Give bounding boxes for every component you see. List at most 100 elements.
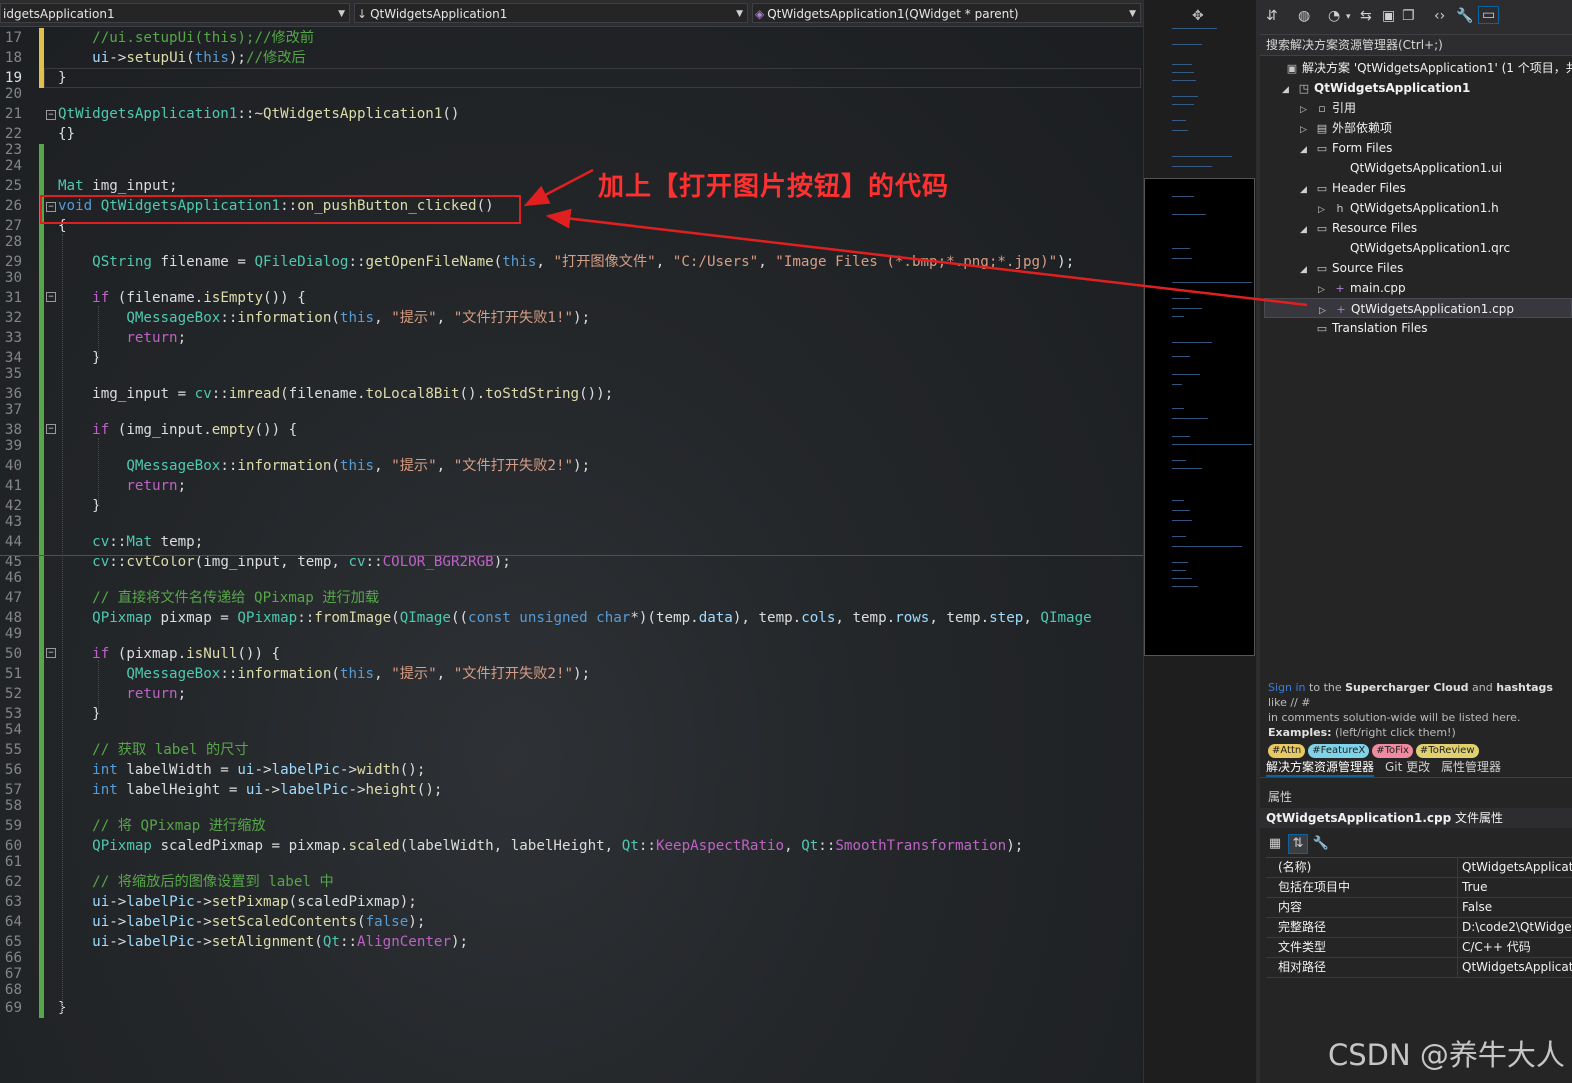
tab-solution-explorer[interactable]: 解决方案资源管理器 [1266,758,1375,777]
tree-item[interactable]: ◢ ▭ Source Files [1300,258,1403,278]
code-line[interactable]: // 将缩放后的图像设置到 label 中 [58,872,333,892]
fold-toggle[interactable]: − [46,292,56,302]
code-line[interactable]: int labelHeight = ui->labelPic->height()… [58,780,442,800]
property-value[interactable]: QtWidgetsApplicatio [1457,858,1572,877]
solution-node[interactable]: ▣ 解决方案 'QtWidgetsApplication1' (1 个项目，共 [1270,58,1572,78]
code-line[interactable]: ui->setupUi(this);//修改后 [58,48,305,68]
code-line[interactable]: QString filename = QFileDialog::getOpenF… [58,252,1074,272]
code-line[interactable]: QMessageBox::information(this, "提示", "文件… [58,308,590,328]
swap-icon[interactable]: ⇆ [1360,8,1372,24]
property-row[interactable]: (名称) QtWidgetsApplicatio [1266,858,1572,878]
folder-icon: ▫ [1318,102,1326,115]
wrench-icon[interactable]: 🔧 [1456,8,1473,24]
code-line[interactable]: cv::Mat temp; [58,532,203,552]
expanded-arrow-icon[interactable]: ◢ [1300,180,1314,200]
property-value[interactable]: C/C++ 代码 [1457,938,1572,957]
categorized-icon[interactable]: ▦ [1266,835,1284,853]
collapsed-arrow-icon[interactable]: ▷ [1300,120,1314,140]
code-line[interactable]: QMessageBox::information(this, "提示", "文件… [58,664,590,684]
history-icon[interactable]: ◔ [1328,8,1340,24]
code-line[interactable]: } [58,496,101,516]
split-icon[interactable]: ✥ [1192,8,1204,24]
code-line[interactable]: } [58,348,101,368]
code-line[interactable]: // 获取 label 的尺寸 [58,740,248,760]
sync-icon[interactable]: ⇵ [1266,8,1278,24]
wrench-icon[interactable]: 🔧 [1312,835,1330,853]
code-view-icon[interactable]: ‹› [1434,8,1445,24]
preview-icon[interactable]: ▭ [1478,6,1500,24]
expanded-arrow-icon[interactable]: ◢ [1300,220,1314,240]
tree-item[interactable]: ▷ ▤ 外部依赖项 [1300,118,1392,138]
code-line[interactable]: return; [58,684,186,704]
project-node[interactable]: ◢ ◳ QtWidgetsApplication1 [1282,78,1470,98]
code-line[interactable]: QPixmap pixmap = QPixmap::fromImage(QIma… [58,608,1091,628]
code-line[interactable]: {} [58,124,75,144]
tree-item[interactable]: ◢ ▭ Resource Files [1300,218,1417,238]
tab-git-changes[interactable]: Git 更改 [1385,758,1430,775]
minimap[interactable]: ✥ [1143,0,1257,1083]
alphabetical-icon[interactable]: ⇅ [1288,834,1308,854]
chevron-down-icon[interactable]: ▾ [1346,12,1351,22]
collapsed-arrow-icon[interactable]: ▷ [1300,100,1314,120]
collapsed-arrow-icon[interactable]: ▷ [1318,200,1332,220]
tree-item[interactable]: ▷ + main.cpp [1318,278,1406,298]
tree-item[interactable]: QtWidgetsApplication1.ui [1318,158,1502,178]
property-row[interactable]: 相对路径 QtWidgetsApplicatio [1266,958,1572,978]
code-line[interactable]: //ui.setupUi(this);//修改前 [58,28,314,48]
scope-dropdown[interactable]: idgetsApplication1 ▼ [0,3,350,23]
code-line[interactable]: QPixmap scaledPixmap = pixmap.scaled(lab… [58,836,1023,856]
code-line[interactable]: img_input = cv::imread(filename.toLocal8… [58,384,613,404]
expanded-arrow-icon[interactable]: ◢ [1300,140,1314,160]
code-line[interactable]: Mat img_input; [58,176,178,196]
tree-item[interactable]: ▷ + QtWidgetsApplication1.cpp [1264,298,1572,318]
property-row[interactable]: 包括在项目中 True [1266,878,1572,898]
code-line[interactable]: // 将 QPixmap 进行缩放 [58,816,265,836]
code-line[interactable]: ui->labelPic->setPixmap(scaledPixmap); [58,892,417,912]
expanded-arrow-icon[interactable]: ◢ [1282,80,1296,100]
globe-icon[interactable]: ◍ [1298,8,1310,24]
fold-toggle[interactable]: − [46,110,56,120]
property-row[interactable]: 完整路径 D:\code2\QtWidget [1266,918,1572,938]
code-line[interactable]: ui->labelPic->setAlignment(Qt::AlignCent… [58,932,468,952]
code-line[interactable]: int labelWidth = ui->labelPic->width(); [58,760,425,780]
code-line[interactable]: return; [58,476,186,496]
collapsed-arrow-icon[interactable]: ▷ [1318,280,1332,300]
property-row[interactable]: 文件类型 C/C++ 代码 [1266,938,1572,958]
tree-item[interactable]: ▷ h QtWidgetsApplication1.h [1318,198,1499,218]
expanded-arrow-icon[interactable]: ◢ [1300,260,1314,280]
solution-search-input[interactable]: 搜索解决方案资源管理器(Ctrl+;) [1260,34,1572,56]
code-line[interactable]: } [58,704,101,724]
property-value[interactable]: D:\code2\QtWidget [1457,918,1572,937]
code-line[interactable]: if (img_input.empty()) { [58,420,297,440]
tree-item[interactable]: QtWidgetsApplication1.qrc [1318,238,1510,258]
copy-icon[interactable]: ❐ [1402,8,1415,24]
fold-toggle[interactable]: − [46,424,56,434]
code-line[interactable]: // 直接将文件名传递给 QPixmap 进行加载 [58,588,379,608]
property-value[interactable]: False [1457,898,1572,917]
sign-in-link[interactable]: Sign in [1268,681,1306,694]
member-dropdown[interactable]: ◈ QtWidgetsApplication1(QWidget * parent)… [752,3,1141,23]
code-line[interactable]: QtWidgetsApplication1::~QtWidgetsApplica… [58,104,459,124]
fold-toggle[interactable]: − [46,648,56,658]
tree-item[interactable]: ◢ ▭ Header Files [1300,178,1406,198]
property-value[interactable]: True [1457,878,1572,897]
line-number: 25 [4,178,22,194]
property-row[interactable]: 内容 False [1266,898,1572,918]
class-dropdown[interactable]: ↓ QtWidgetsApplication1 ▼ [354,3,748,23]
code-line[interactable]: QMessageBox::information(this, "提示", "文件… [58,456,590,476]
tree-item[interactable]: ◢ ▭ Form Files [1300,138,1392,158]
code-line[interactable]: if (pixmap.isNull()) { [58,644,280,664]
tree-item[interactable]: ▭ Translation Files [1300,318,1428,338]
code-line[interactable]: return; [58,328,186,348]
minimap-line [1172,342,1212,343]
collapse-icon[interactable]: ▣ [1382,8,1395,24]
tree-item[interactable]: ▷ ▫ 引用 [1300,98,1356,118]
code-line[interactable]: ui->labelPic->setScaledContents(false); [58,912,425,932]
property-value[interactable]: QtWidgetsApplicatio [1457,958,1572,977]
minimap-viewport[interactable] [1144,178,1255,656]
code-area[interactable]: 17 //ui.setupUi(this);//修改前 18 ui->setupU… [0,0,1143,1083]
code-line[interactable]: if (filename.isEmpty()) { [58,288,306,308]
change-indicator [39,144,44,1018]
code-editor[interactable]: 17 //ui.setupUi(this);//修改前 18 ui->setupU… [0,0,1143,1083]
tab-property-manager[interactable]: 属性管理器 [1441,758,1501,775]
